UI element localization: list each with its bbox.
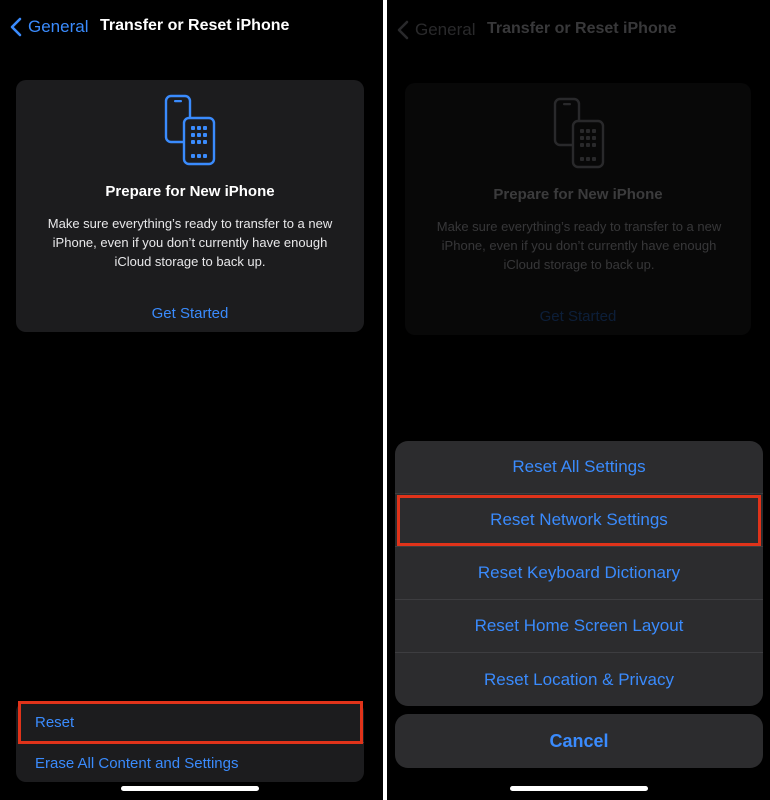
home-indicator	[121, 786, 259, 791]
back-label: General	[28, 17, 89, 36]
prepare-card: Prepare for New iPhone Make sure everyth…	[16, 80, 364, 332]
home-indicator	[510, 786, 648, 791]
reset-keyboard-dictionary-button[interactable]: Reset Keyboard Dictionary	[395, 547, 763, 600]
nav-bar: General Transfer or Reset iPhone	[0, 0, 383, 54]
cancel-button[interactable]: Cancel	[395, 714, 763, 768]
erase-all-item[interactable]: Erase All Content and Settings	[16, 743, 364, 783]
reset-network-settings-button[interactable]: Reset Network Settings	[395, 494, 763, 547]
card-description: Make sure everything’s ready to transfer…	[47, 216, 333, 269]
reset-home-screen-layout-button[interactable]: Reset Home Screen Layout	[395, 600, 763, 653]
get-started-link[interactable]: Get Started	[16, 305, 364, 322]
reset-all-settings-button[interactable]: Reset All Settings	[395, 441, 763, 494]
left-screen: General Transfer or Reset iPhone Prepare…	[0, 0, 383, 800]
phones-transfer-icon	[164, 94, 216, 166]
chevron-left-icon	[10, 17, 22, 37]
reset-options-list: Reset Erase All Content and Settings	[16, 702, 364, 782]
card-title: Prepare for New iPhone	[105, 183, 275, 200]
back-button[interactable]: General	[10, 14, 88, 40]
right-screen: General Transfer or Reset iPhone Prepare…	[387, 0, 770, 800]
reset-item[interactable]: Reset	[16, 702, 364, 742]
page-title: Transfer or Reset iPhone	[100, 17, 290, 34]
reset-action-sheet: Reset All Settings Reset Network Setting…	[395, 441, 763, 706]
reset-location-privacy-button[interactable]: Reset Location & Privacy	[395, 653, 763, 706]
